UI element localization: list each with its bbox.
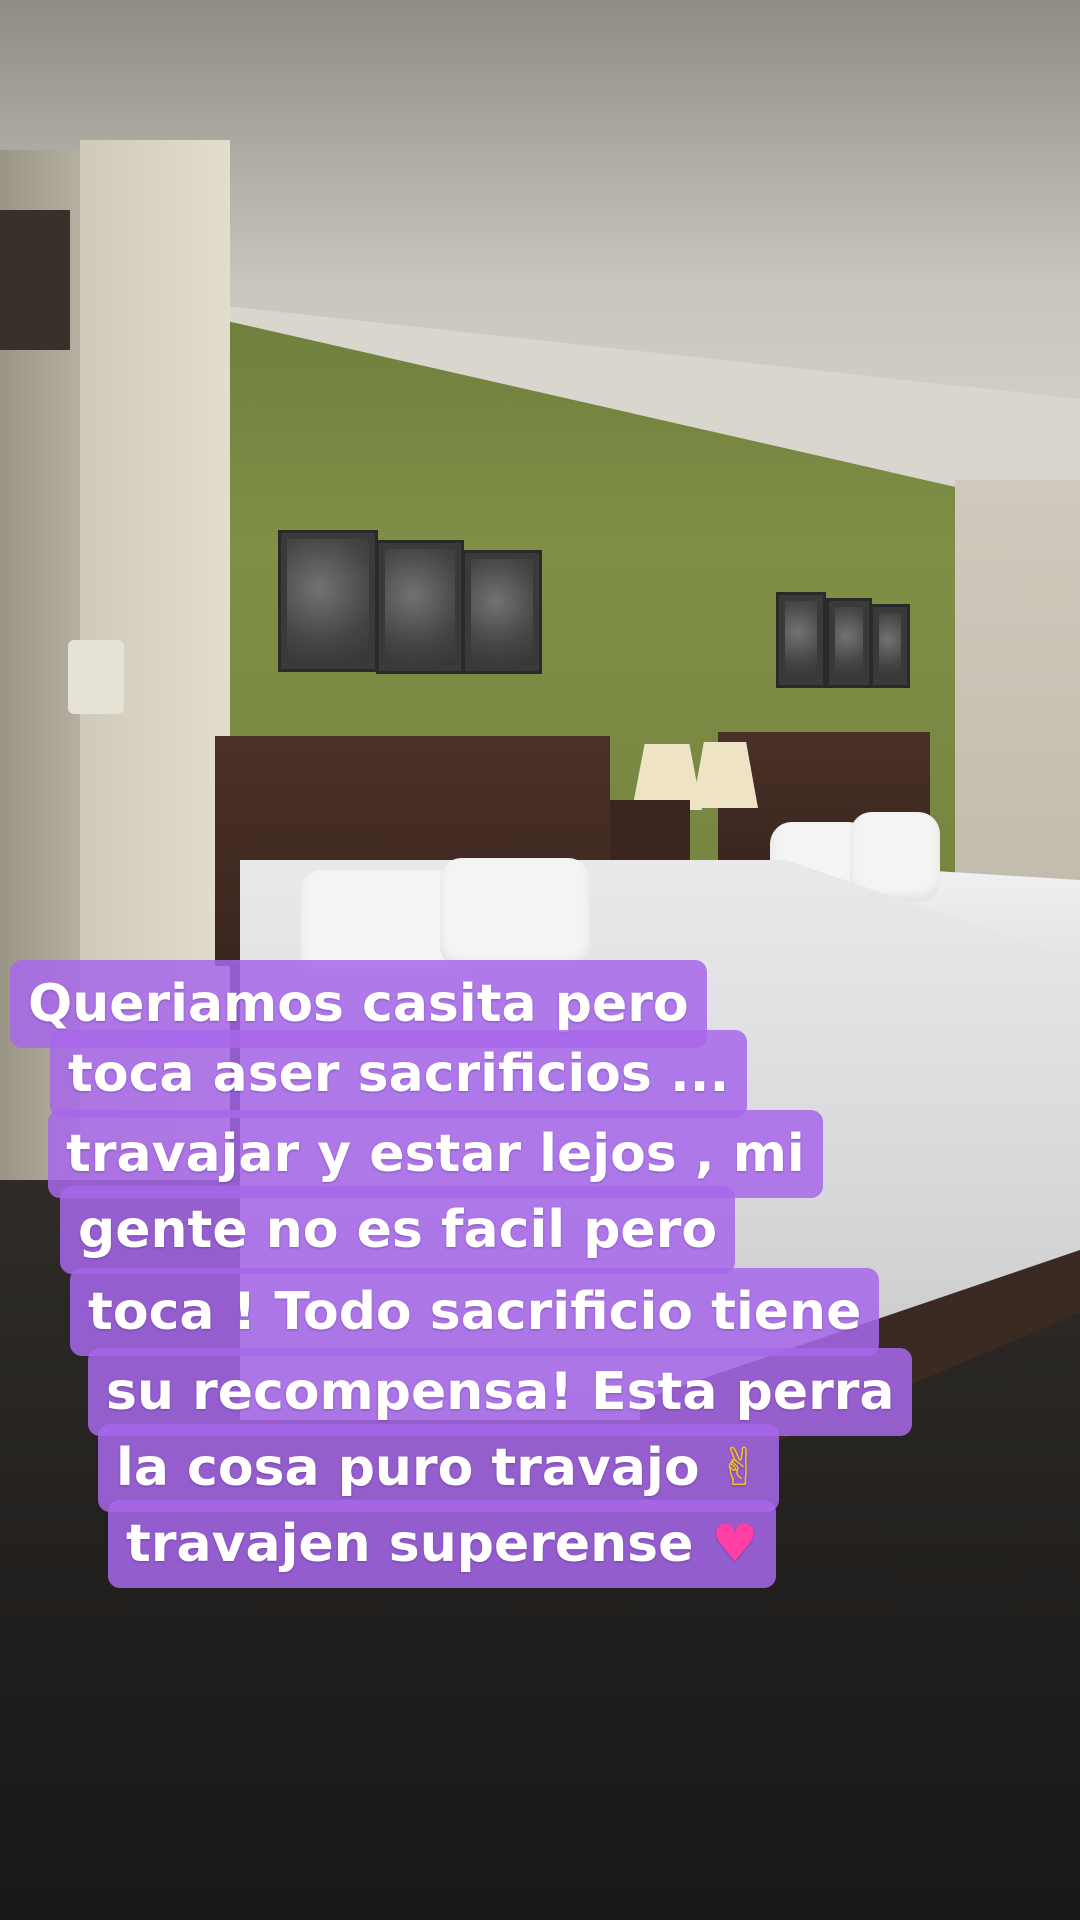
wall-art-left-1 [278, 530, 378, 672]
thermostat [68, 640, 124, 714]
wall-art-right-1 [776, 592, 826, 688]
wall-art-left-3 [462, 550, 542, 674]
nightstand [610, 800, 690, 860]
wall-art-right-3 [870, 604, 910, 688]
wall-art-right-2 [826, 598, 872, 688]
wall-cabinet [0, 210, 70, 350]
wall-art-left-2 [376, 540, 464, 674]
pillow [440, 858, 590, 968]
video-frame: Queriamos casita pero toca aser sacrific… [0, 0, 1080, 1920]
